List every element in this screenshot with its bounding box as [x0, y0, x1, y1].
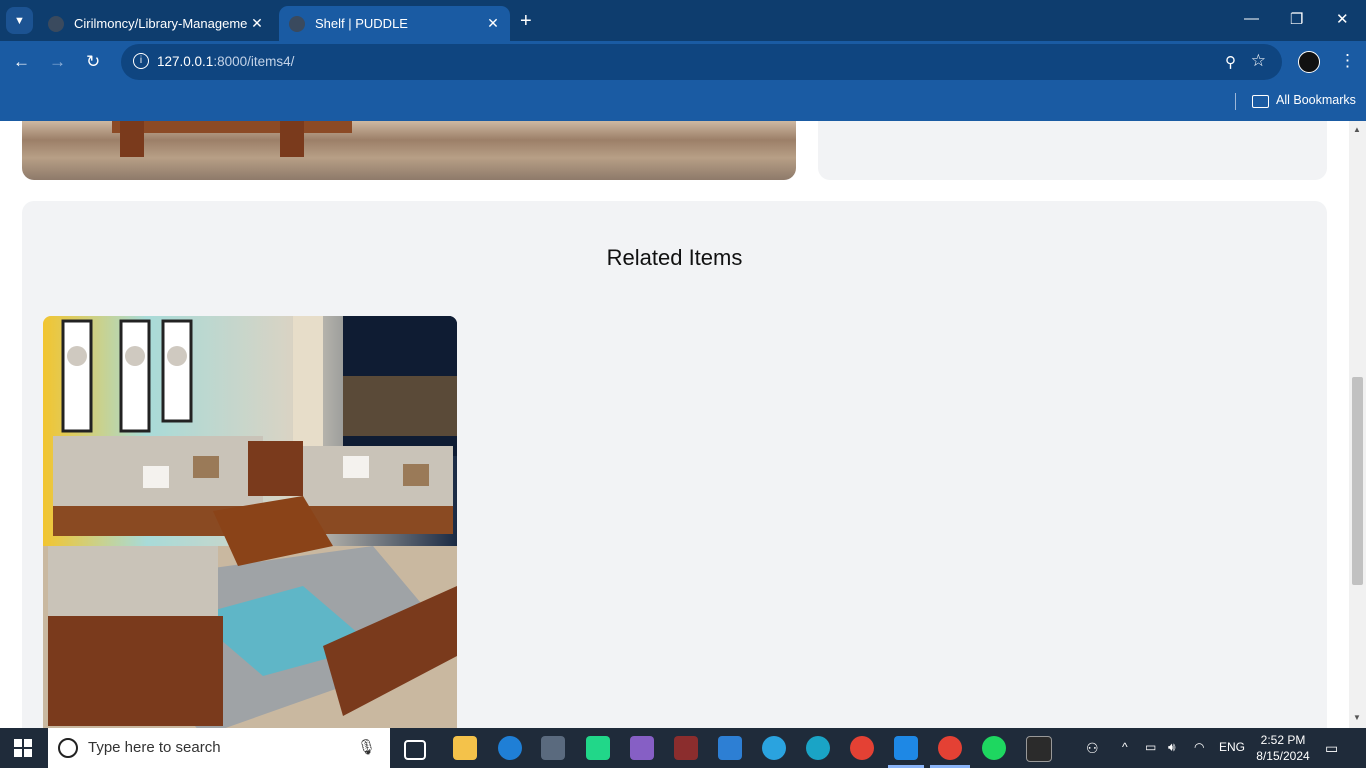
bookmarks-bar: All Bookmarks [0, 83, 1366, 121]
wifi-icon[interactable]: ◠ [1194, 740, 1204, 754]
sofa-leg [120, 121, 144, 157]
related-items-heading: Related Items [606, 245, 743, 270]
url-host: 127.0.0.1 [157, 54, 214, 69]
tab-library-management[interactable]: Cirilmoncy/Library-Management ✕ [38, 6, 274, 41]
tab-title: Shelf | PUDDLE [315, 16, 408, 31]
bookmark-star-icon[interactable]: ☆ [1251, 51, 1266, 71]
language-indicator[interactable]: ENG [1219, 740, 1245, 754]
notifications-icon[interactable]: ▭ [1325, 740, 1338, 757]
new-tab-plus-icon[interactable]: + [520, 10, 532, 33]
forward-arrow-icon[interactable]: → [49, 52, 66, 72]
site-info-icon[interactable]: i [133, 53, 149, 69]
zoom-icon[interactable]: ⚲ [1225, 53, 1236, 71]
file-explorer-icon[interactable] [453, 736, 477, 760]
windows-taskbar: Type here to search 🎙 ⚇ ^ ▭ 🔊︎ ◠ ENG 2:5… [0, 728, 1366, 768]
terminal-icon[interactable] [1026, 736, 1052, 762]
people-icon[interactable]: ⚇ [1086, 740, 1099, 757]
all-bookmarks-button[interactable]: All Bookmarks [1276, 93, 1356, 107]
url-path: :8000/items4/ [213, 54, 295, 69]
navigation-bar: ← → ↻ i 127.0.0.1:8000/items4/ ⚲ ☆ ⋮ [0, 41, 1366, 83]
folder-icon [1252, 95, 1269, 108]
winrar-icon[interactable] [674, 736, 698, 760]
restore-icon[interactable]: ❐ [1290, 10, 1303, 28]
chrome-active-icon[interactable] [938, 736, 962, 760]
scrollbar-thumb[interactable] [1352, 377, 1363, 585]
taskbar-search-box[interactable]: Type here to search 🎙 [48, 728, 390, 768]
system-clock[interactable]: 2:52 PM 8/15/2024 [1252, 732, 1314, 764]
browser-menu-icon[interactable]: ⋮ [1339, 51, 1356, 71]
store-icon[interactable] [541, 736, 565, 760]
scroll-up-arrow-icon[interactable]: ▲ [1353, 125, 1361, 134]
sofa-frame [112, 121, 352, 133]
related-items-section: Related Items [22, 201, 1327, 728]
task-view-icon[interactable] [404, 740, 426, 760]
close-tab-icon[interactable]: ✕ [484, 15, 502, 32]
item-main-image [22, 121, 796, 180]
scroll-down-arrow-icon[interactable]: ▼ [1353, 713, 1361, 722]
reload-icon[interactable]: ↻ [86, 52, 100, 72]
clock-time: 2:52 PM [1260, 733, 1306, 747]
microphone-icon[interactable]: 🎙 [357, 738, 376, 756]
volume-icon[interactable]: 🔊︎ [1168, 740, 1176, 755]
close-tab-icon[interactable]: ✕ [248, 15, 266, 32]
battery-icon[interactable]: ▭ [1145, 740, 1156, 754]
page-viewport: Related Items [0, 121, 1349, 728]
living-room-illustration [43, 316, 457, 728]
mail-icon[interactable] [718, 736, 742, 760]
related-item-image[interactable] [43, 316, 457, 728]
close-window-icon[interactable]: ✕ [1336, 10, 1349, 28]
cortana-icon [58, 738, 78, 758]
sofa-leg [280, 121, 304, 157]
tab-title: Cirilmoncy/Library-Management [74, 16, 248, 31]
address-bar[interactable]: i 127.0.0.1:8000/items4/ ⚲ ☆ [121, 44, 1282, 80]
edge-legacy-icon[interactable] [498, 736, 522, 760]
chrome-icon[interactable] [850, 736, 874, 760]
item-details-panel [818, 121, 1327, 180]
tab-shelf-puddle[interactable]: Shelf | PUDDLE ✕ [279, 6, 510, 41]
search-placeholder: Type here to search [88, 739, 221, 756]
back-arrow-icon[interactable]: ← [13, 52, 30, 72]
bookmarks-divider [1235, 93, 1236, 110]
edge-icon[interactable] [806, 736, 830, 760]
page-scrollbar[interactable]: ▲ ▼ [1349, 121, 1366, 728]
minimize-icon[interactable]: — [1244, 10, 1259, 27]
show-hidden-icons-chevron-icon[interactable]: ^ [1122, 740, 1128, 754]
vscode-icon[interactable] [894, 736, 918, 760]
tab-strip: ▼ Cirilmoncy/Library-Management ✕ Shelf … [0, 0, 1366, 41]
spotify-icon[interactable] [982, 736, 1006, 760]
pycharm-icon[interactable] [586, 736, 610, 760]
clock-date: 8/15/2024 [1256, 749, 1310, 763]
url-text[interactable]: 127.0.0.1:8000/items4/ [157, 54, 294, 69]
globe-favicon-icon [289, 15, 305, 32]
windows-start-icon[interactable] [14, 739, 32, 757]
visual-studio-icon[interactable] [630, 736, 654, 760]
telegram-icon[interactable] [762, 736, 786, 760]
github-favicon-icon [48, 15, 64, 32]
tab-search-chevron-icon[interactable]: ▼ [6, 7, 33, 34]
profile-avatar-icon[interactable] [1298, 51, 1320, 73]
